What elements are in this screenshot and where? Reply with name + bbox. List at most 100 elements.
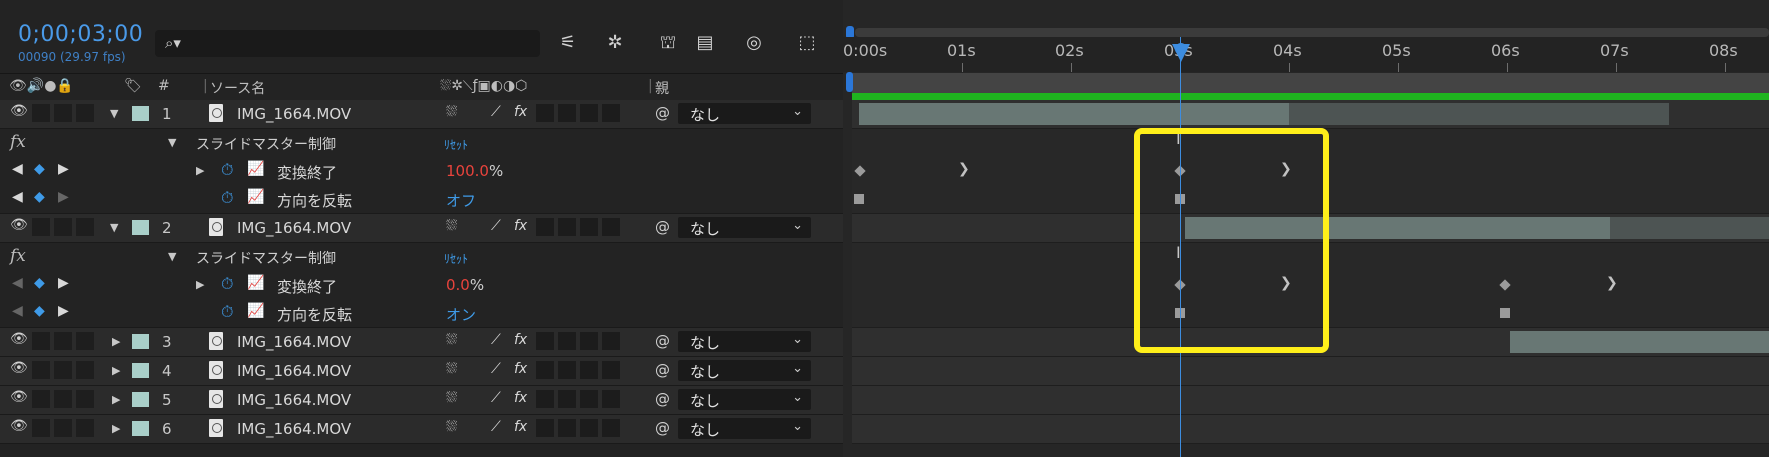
time-navigator[interactable] (855, 28, 1769, 37)
add-keyframe-icon[interactable]: ◆ (34, 275, 45, 291)
fx-switch-icon[interactable]: fx (514, 332, 527, 348)
hold-keyframe[interactable] (854, 194, 864, 204)
layer-row[interactable]: 👁 ▼ 2 IMG_1664.MOV ⛆ ⟋ fx @ なし ⌄ (0, 214, 843, 243)
solo-switch[interactable] (54, 361, 72, 379)
switch[interactable] (536, 104, 554, 122)
audio-switch[interactable] (32, 332, 50, 350)
eye-icon[interactable]: 👁 (10, 389, 28, 405)
motion-blur-icon[interactable]: ◎ (740, 30, 768, 56)
graph-icon[interactable]: 📈 (247, 303, 264, 319)
graph-editor-icon[interactable]: ⬚ (793, 30, 821, 56)
switch[interactable] (580, 419, 598, 437)
fx-switch-icon[interactable]: fx (514, 104, 527, 120)
reset-link[interactable]: ﾘｾｯﾄ (444, 250, 468, 267)
layer-track[interactable] (852, 100, 1769, 129)
layer-name[interactable]: IMG_1664.MOV (237, 219, 351, 237)
label-color-box[interactable] (132, 220, 149, 235)
work-area-start-handle[interactable] (846, 72, 853, 92)
switch[interactable] (558, 218, 576, 236)
eye-icon[interactable]: 👁 (10, 331, 28, 347)
parent-select[interactable]: なし ⌄ (678, 103, 811, 124)
stopwatch-icon[interactable]: ⏱ (221, 274, 233, 294)
layer-search-input[interactable]: ⌕▾ (155, 30, 540, 57)
fx-switch-icon[interactable]: fx (514, 361, 527, 377)
parent-select[interactable]: なし ⌄ (678, 331, 811, 352)
shy-layers-icon[interactable]: ⛫ (654, 30, 682, 56)
property-value[interactable]: 100.0% (446, 162, 503, 180)
twirl-open-icon[interactable]: ▼ (168, 250, 176, 263)
prev-keyframe-icon[interactable]: ◀ (12, 303, 23, 319)
twirl-open-icon[interactable]: ▼ (110, 107, 118, 120)
shy-switch-icon[interactable]: ⛆ (446, 218, 457, 234)
property-row[interactable]: ◀ ◆ ▶ ⏱ 📈 方向を反転 オン (0, 299, 843, 328)
property-row[interactable]: ◀ ◆ ▶ ▶ ⏱ 📈 変換終了 100.0% (0, 157, 843, 186)
fx-toggle-icon[interactable]: fx (10, 132, 26, 152)
av-features-icon[interactable]: 👁🔊●🔒 (9, 78, 74, 94)
parent-select[interactable]: なし ⌄ (678, 217, 811, 238)
shy-switch-icon[interactable]: ⛆ (446, 419, 457, 435)
switch[interactable] (602, 390, 620, 408)
shy-switch-icon[interactable]: ⛆ (446, 332, 457, 348)
effect-name[interactable]: スライドマスター制御 (196, 248, 336, 268)
effect-row[interactable]: fx ▼ スライドマスター制御 ﾘｾｯﾄ (0, 243, 843, 272)
audio-switch[interactable] (32, 419, 50, 437)
switch[interactable] (558, 390, 576, 408)
time-ruler[interactable] (843, 37, 1769, 72)
switch[interactable] (602, 419, 620, 437)
shy-switch-icon[interactable]: ⛆ (446, 390, 457, 406)
switch[interactable] (558, 419, 576, 437)
quality-switch-icon[interactable]: ⟋ (491, 218, 501, 234)
next-keyframe-icon[interactable]: ▶ (58, 303, 69, 319)
eye-icon[interactable]: 👁 (10, 418, 28, 434)
add-keyframe-icon[interactable]: ◆ (34, 161, 45, 177)
reset-link[interactable]: ﾘｾｯﾄ (444, 136, 468, 153)
pickwhip-icon[interactable]: @ (655, 390, 670, 408)
switch[interactable] (558, 332, 576, 350)
layer-row[interactable]: 👁 ▶ 4 IMG_1664.MOV ⛆ ⟋ fx @ なし ⌄ (0, 357, 843, 386)
property-value[interactable]: 0.0% (446, 276, 484, 294)
twirl-closed-icon[interactable]: ▶ (196, 164, 204, 177)
label-tag-icon[interactable]: 🏷 (124, 78, 142, 94)
twirl-open-icon[interactable]: ▼ (168, 136, 176, 149)
stopwatch-icon[interactable]: ⏱ (221, 160, 233, 180)
lock-switch[interactable] (76, 419, 94, 437)
label-color-box[interactable] (132, 363, 149, 378)
audio-switch[interactable] (32, 361, 50, 379)
layer-row[interactable]: 👁 ▶ 3 IMG_1664.MOV ⛆ ⟋ fx @ なし ⌄ (0, 328, 843, 357)
audio-switch[interactable] (32, 104, 50, 122)
label-color-box[interactable] (132, 106, 149, 121)
switch[interactable] (580, 361, 598, 379)
switch[interactable] (602, 218, 620, 236)
twirl-closed-icon[interactable]: ▶ (112, 364, 120, 377)
quality-switch-icon[interactable]: ⟋ (491, 419, 501, 435)
eye-icon[interactable]: 👁 (10, 360, 28, 376)
layer-row[interactable]: 👁 ▼ 1 IMG_1664.MOV ⛆ ⟋ fx @ なし ⌄ (0, 100, 843, 129)
property-value[interactable]: オフ (446, 190, 476, 211)
switch[interactable] (580, 332, 598, 350)
keyframe[interactable] (854, 165, 866, 177)
layer-duration-bar[interactable] (859, 103, 1289, 125)
layer-duration-bar-tail[interactable] (1610, 217, 1769, 239)
quality-switch-icon[interactable]: ⟋ (491, 332, 501, 348)
solo-switch[interactable] (54, 390, 72, 408)
layer-track[interactable] (852, 386, 1769, 415)
pickwhip-icon[interactable]: @ (655, 104, 670, 122)
switch[interactable] (536, 332, 554, 350)
next-keyframe-icon[interactable]: ▶ (58, 275, 69, 291)
effect-name[interactable]: スライドマスター制御 (196, 134, 336, 154)
quality-switch-icon[interactable]: ⟋ (491, 104, 501, 120)
value-number[interactable]: 100.0 (446, 162, 489, 180)
prev-keyframe-icon[interactable]: ◀ (12, 161, 23, 177)
column-parent[interactable]: 親 (655, 78, 669, 98)
switch[interactable] (580, 390, 598, 408)
pickwhip-icon[interactable]: @ (655, 218, 670, 236)
graph-icon[interactable]: 📈 (247, 189, 264, 205)
lock-switch[interactable] (76, 390, 94, 408)
quality-switch-icon[interactable]: ⟋ (491, 361, 501, 377)
effect-row[interactable]: fx ▼ スライドマスター制御 ﾘｾｯﾄ (0, 129, 843, 158)
pickwhip-icon[interactable]: @ (655, 361, 670, 379)
frame-blending-icon[interactable]: ▤ (691, 30, 719, 56)
lock-switch[interactable] (76, 218, 94, 236)
fx-switch-icon[interactable]: fx (514, 390, 527, 406)
next-keyframe-icon[interactable]: ▶ (58, 161, 69, 177)
